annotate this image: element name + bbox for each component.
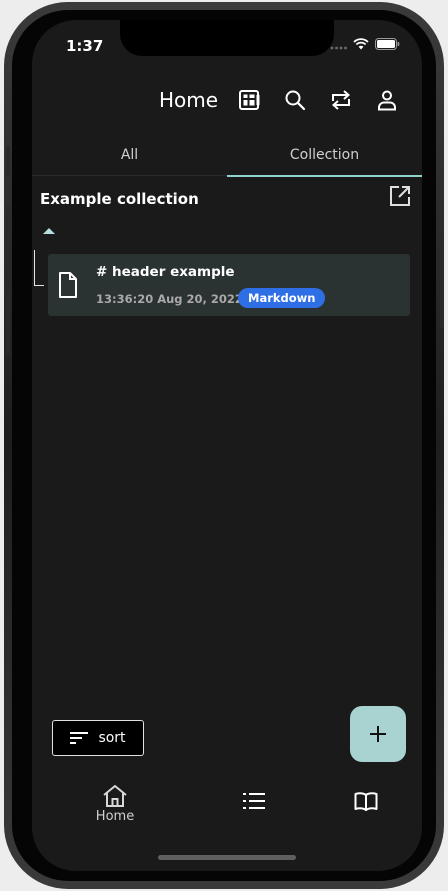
- account-button[interactable]: [364, 84, 410, 116]
- user-icon: [378, 90, 396, 111]
- document-icon: [59, 272, 77, 298]
- open-in-new-icon[interactable]: [388, 184, 412, 208]
- home-icon: [103, 784, 127, 807]
- status-icons: [330, 38, 400, 50]
- book-icon: [354, 792, 378, 811]
- sort-label: sort: [98, 730, 126, 746]
- search-icon: [285, 90, 306, 111]
- list-icon: [243, 793, 265, 809]
- note-item[interactable]: # header example 13:36:20 Aug 20, 2022 M…: [48, 254, 410, 316]
- plus-icon: [370, 726, 386, 742]
- nav-list[interactable]: [189, 784, 319, 834]
- bottom-navigation: Home: [32, 784, 422, 834]
- tab-bar: All Collection: [32, 134, 422, 177]
- notch: [120, 20, 334, 56]
- sort-button[interactable]: sort: [52, 720, 144, 756]
- note-title: # header example: [96, 264, 235, 280]
- app-header: Home: [159, 84, 410, 116]
- note-type-badge: Markdown: [238, 288, 326, 308]
- side-button-volume-down: [6, 292, 10, 354]
- status-time: 1:37: [66, 37, 104, 55]
- collection-title: Example collection: [40, 190, 199, 208]
- search-button[interactable]: [272, 84, 318, 116]
- home-indicator: [158, 855, 296, 860]
- tab-collection[interactable]: Collection: [227, 134, 422, 177]
- dashboard-button[interactable]: [226, 84, 272, 116]
- nav-library[interactable]: [301, 784, 422, 834]
- wifi-icon: [353, 38, 369, 50]
- signal-icon: [330, 46, 347, 49]
- side-button-silent: [6, 146, 10, 176]
- nav-home[interactable]: Home: [50, 784, 180, 834]
- sort-icon: [70, 732, 89, 744]
- add-note-button[interactable]: [350, 706, 406, 762]
- side-button-power: [440, 232, 444, 328]
- dashboard-icon: [239, 90, 260, 110]
- collapse-arrow-icon[interactable]: [42, 226, 56, 236]
- battery-icon: [375, 38, 400, 50]
- note-timestamp: 13:36:20 Aug 20, 2022: [96, 292, 243, 306]
- tab-all[interactable]: All: [32, 134, 227, 176]
- sync-icon: [331, 90, 351, 110]
- tree-connector: [34, 250, 44, 286]
- nav-home-label: Home: [95, 809, 135, 824]
- page-title: Home: [158, 88, 218, 112]
- app-screen: 1:37 Home All Collection Example collect…: [32, 20, 422, 871]
- sync-button[interactable]: [318, 84, 364, 116]
- side-button-volume-up: [6, 206, 10, 268]
